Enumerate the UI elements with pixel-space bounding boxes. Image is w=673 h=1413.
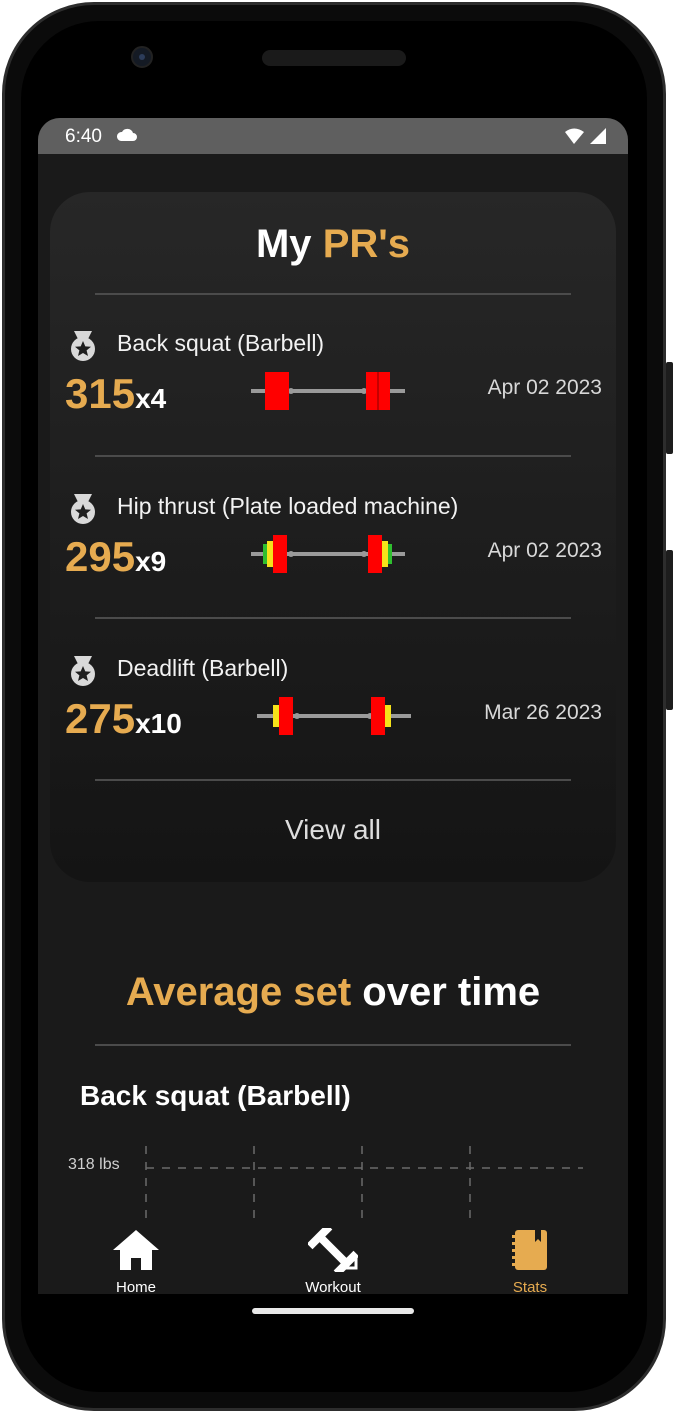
medal-icon [71, 656, 95, 686]
status-time: 6:40 [65, 126, 102, 147]
divider [95, 779, 571, 781]
divider [95, 293, 571, 295]
chart-exercise-title: Back squat (Barbell) [80, 1080, 351, 1111]
pr-exercise-name: Hip thrust (Plate loaded machine) [117, 493, 459, 519]
nav-workout[interactable]: Workout [273, 1223, 393, 1294]
nav-label: Workout [305, 1279, 361, 1294]
view-all-button[interactable]: View all [50, 814, 616, 846]
pr-reps: x9 [135, 546, 167, 577]
home-indicator[interactable] [252, 1308, 414, 1314]
notebook-icon [512, 1230, 547, 1270]
pr-reps: x4 [135, 383, 167, 414]
barbell-graphic [251, 372, 405, 410]
pr-weight: 275x10 [65, 695, 182, 743]
pr-title-my: My [255, 222, 312, 266]
divider [95, 455, 571, 457]
pr-card-title: My PR's [50, 222, 616, 267]
barbell-graphic [251, 535, 405, 573]
average-set-title-white: over time [362, 970, 541, 1014]
pr-card: My PR's Back squat (Barbell) 315x4 Apr 0… [50, 192, 616, 882]
pr-reps: x10 [135, 708, 182, 739]
nav-stats[interactable]: Stats [470, 1228, 590, 1294]
pr-date: Mar 26 2023 [484, 701, 602, 724]
pr-item-deadlift[interactable]: Deadlift (Barbell) 275x10 Mar 26 2023 [50, 655, 616, 795]
earpiece-speaker [262, 50, 406, 66]
status-bar: 6:40 [38, 118, 628, 154]
pr-weight-value: 295 [65, 533, 136, 580]
pr-date: Apr 02 2023 [487, 539, 602, 562]
average-set-title-gold: Average set [125, 970, 352, 1014]
front-camera [131, 46, 153, 68]
pr-date: Apr 02 2023 [487, 376, 602, 399]
nav-label: Stats [512, 1279, 548, 1294]
phone-frame: 6:40 My PR's Back squat (Barbell) 315x4 … [0, 0, 673, 1413]
pr-weight-value: 275 [65, 695, 136, 742]
divider [95, 1044, 571, 1046]
barbell-graphic [257, 697, 411, 735]
average-set-chart[interactable]: 318 lbs [38, 1138, 628, 1228]
pr-weight: 295x9 [65, 533, 166, 581]
power-button [666, 362, 673, 454]
average-set-title: Average set over time [38, 970, 628, 1015]
nav-home[interactable]: Home [76, 1228, 196, 1294]
pr-exercise-name: Deadlift (Barbell) [117, 655, 289, 681]
pr-item-hip-thrust[interactable]: Hip thrust (Plate loaded machine) 295x9 … [50, 493, 616, 633]
home-icon [113, 1230, 159, 1270]
pr-title-prs: PR's [322, 222, 411, 266]
volume-button [666, 550, 673, 710]
nav-label: Home [115, 1279, 156, 1294]
bottom-navigation: Home Workout Stats [38, 1218, 628, 1294]
pr-exercise-name: Back squat (Barbell) [117, 330, 325, 356]
medal-icon [71, 331, 95, 361]
pr-item-back-squat[interactable]: Back squat (Barbell) 315x4 Apr 02 2023 [50, 330, 616, 470]
y-tick-label: 318 lbs [68, 1156, 120, 1173]
app-screen: 6:40 My PR's Back squat (Barbell) 315x4 … [38, 118, 628, 1294]
pr-weight: 315x4 [65, 370, 166, 418]
pr-weight-value: 315 [65, 370, 136, 417]
wifi-signal-icon [565, 128, 606, 144]
cloud-icon [116, 128, 137, 141]
dumbbell-icon [306, 1223, 360, 1277]
divider [95, 617, 571, 619]
medal-icon [71, 494, 95, 524]
